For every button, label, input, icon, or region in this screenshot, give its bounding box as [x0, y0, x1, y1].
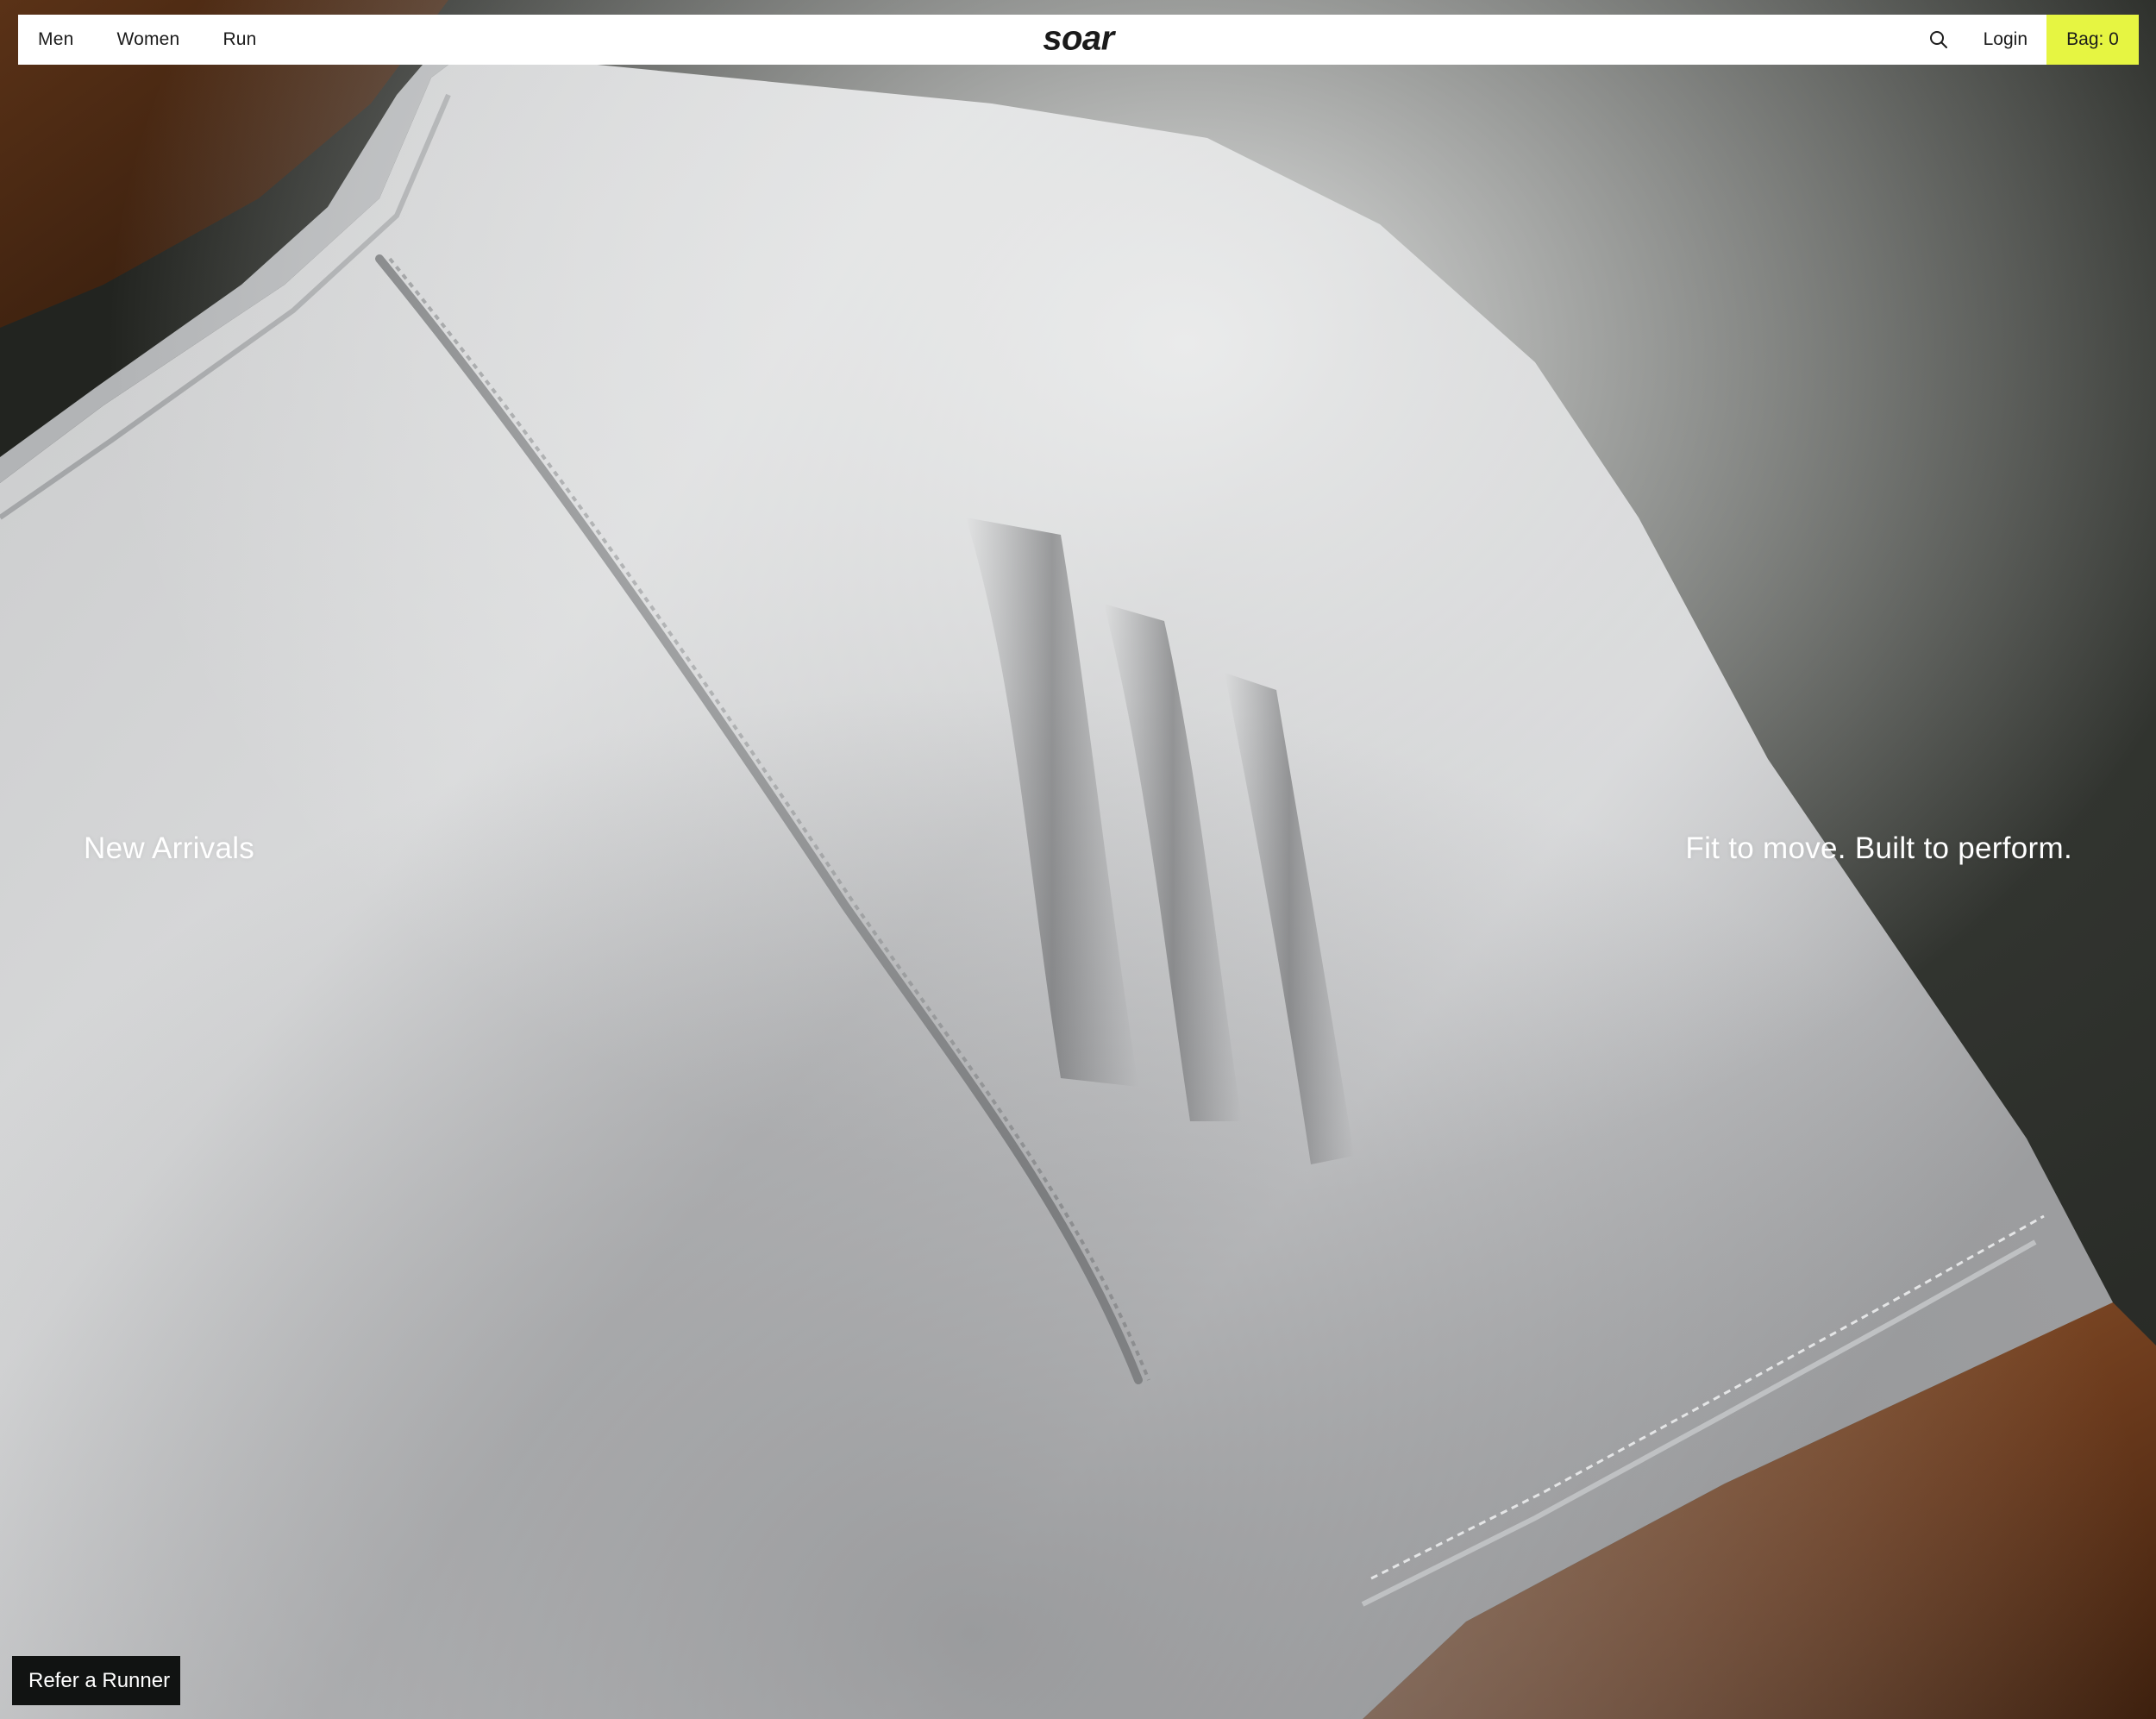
- login-link[interactable]: Login: [1984, 29, 2028, 50]
- hero-tagline: Fit to move. Built to perform.: [1685, 831, 2072, 865]
- search-icon: [1929, 31, 1947, 48]
- nav-link-run[interactable]: Run: [222, 29, 256, 50]
- brand-logo[interactable]: soar: [1043, 20, 1114, 59]
- search-button[interactable]: [1921, 22, 1956, 57]
- page: Men Women Run soar Login Bag: 0 New Arri…: [0, 0, 2156, 1719]
- nav-link-women[interactable]: Women: [116, 29, 179, 50]
- nav-actions: Login Bag: 0: [1921, 15, 2139, 65]
- refer-a-runner-button[interactable]: Refer a Runner: [12, 1656, 181, 1705]
- nav-link-men[interactable]: Men: [38, 29, 73, 50]
- new-arrivals-link[interactable]: New Arrivals: [84, 831, 254, 866]
- bag-button[interactable]: Bag: 0: [2046, 15, 2139, 65]
- nav-links: Men Women Run: [18, 15, 300, 65]
- top-navigation-bar: Men Women Run soar Login Bag: 0: [18, 15, 2139, 65]
